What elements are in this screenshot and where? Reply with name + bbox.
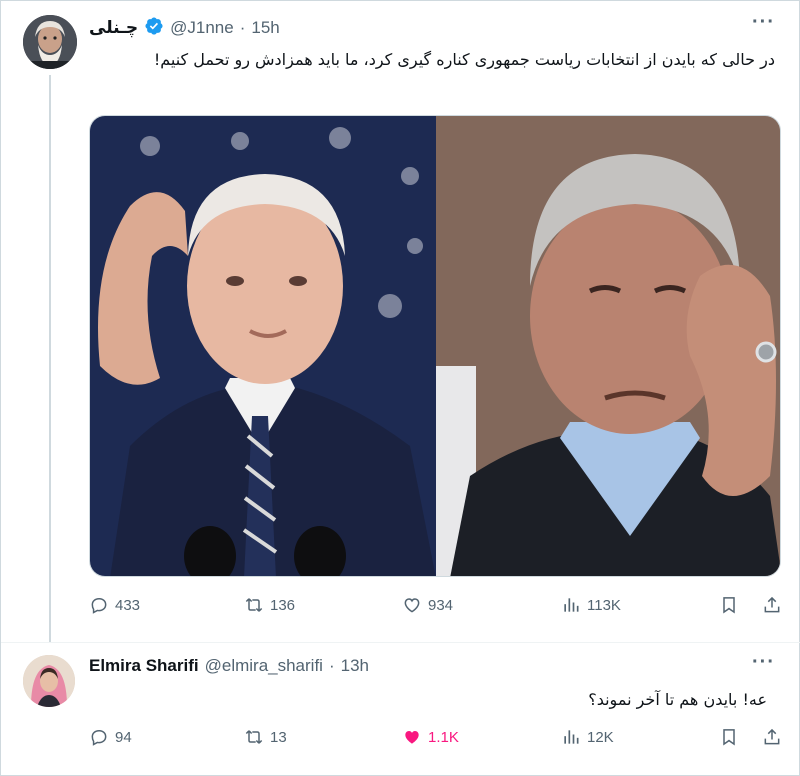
views-button[interactable]: 113K	[561, 595, 621, 615]
tweet-divider	[1, 642, 800, 643]
reply-button[interactable]: 94	[89, 727, 132, 747]
reply-text: عه! بایدن هم تا آخر نموند؟	[588, 690, 767, 709]
tweet-media-image[interactable]	[89, 115, 781, 577]
share-button[interactable]	[762, 595, 782, 615]
view-count: 113K	[587, 596, 621, 614]
bookmark-icon	[723, 597, 735, 614]
view-count: 12K	[587, 728, 614, 746]
reply-button[interactable]: 433	[89, 595, 140, 615]
speech-bubble-icon	[91, 730, 107, 746]
repost-arrows-icon	[245, 730, 263, 744]
bookmark-button[interactable]	[719, 595, 739, 615]
reply-actions-bar: 94 13 1.1K 12K	[89, 727, 789, 751]
repost-count: 136	[270, 596, 296, 614]
tweet-timestamp[interactable]: 15h	[251, 18, 279, 38]
tweet-thread: چـنلی @J1nne · 15h ··· در حالی که بایدن …	[0, 0, 800, 776]
separator-dot: ·	[328, 656, 335, 675]
reply-count: 433	[115, 596, 141, 614]
repost-button[interactable]: 136	[244, 595, 295, 615]
like-count: 934	[428, 596, 454, 614]
thread-connector-line	[49, 75, 51, 643]
reply-author-avatar[interactable]	[23, 655, 75, 707]
heart-icon	[405, 731, 419, 744]
bookmark-icon	[723, 729, 735, 746]
reply-count: 94	[115, 728, 132, 746]
verified-badge-icon	[144, 16, 164, 41]
tweet-header: چـنلی @J1nne · 15h	[89, 16, 280, 41]
like-button-active[interactable]: 1.1K	[402, 727, 459, 747]
author-display-name[interactable]: چـنلی	[89, 18, 138, 38]
share-upload-icon	[764, 596, 780, 613]
share-button[interactable]	[762, 727, 782, 747]
tweet-text: در حالی که بایدن از انتخابات ریاست جمهور…	[153, 50, 775, 69]
tweet-actions-bar: 433 136 934 113K	[89, 595, 789, 619]
more-dots-icon[interactable]: ···	[752, 11, 775, 34]
separator-dot: ·	[239, 18, 246, 37]
share-upload-icon	[764, 728, 780, 745]
repost-arrows-icon	[245, 598, 263, 612]
heart-icon	[404, 598, 420, 613]
more-dots-icon[interactable]: ···	[752, 651, 775, 674]
author-avatar[interactable]	[23, 15, 77, 69]
like-count: 1.1K	[428, 728, 459, 746]
repost-button[interactable]: 13	[244, 727, 287, 747]
views-button[interactable]: 12K	[561, 727, 614, 747]
reply-header: Elmira Sharifi @elmira_sharifi · 13h	[89, 655, 369, 677]
bar-chart-icon	[564, 730, 579, 744]
reply-author-display-name[interactable]: Elmira Sharifi	[89, 656, 199, 676]
like-button[interactable]: 934	[402, 595, 453, 615]
speech-bubble-icon	[91, 598, 107, 614]
bar-chart-icon	[564, 598, 579, 612]
repost-count: 13	[270, 728, 287, 746]
bookmark-button[interactable]	[719, 727, 739, 747]
reply-timestamp[interactable]: 13h	[341, 656, 369, 676]
author-handle[interactable]: @J1nne	[170, 18, 234, 38]
reply-author-handle[interactable]: @elmira_sharifi	[205, 656, 323, 676]
